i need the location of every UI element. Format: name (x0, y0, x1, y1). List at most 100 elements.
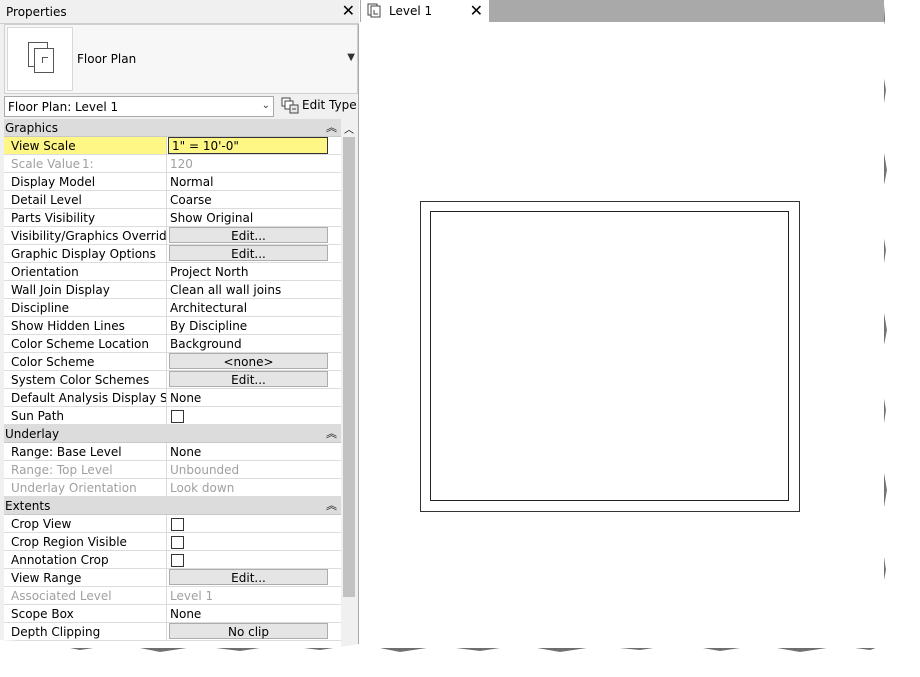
prop-name: Detail Level (4, 191, 167, 208)
prop-name: Discipline (4, 299, 167, 316)
prop-name: Annotation Crop (4, 551, 167, 568)
prop-row-parts-visibility[interactable]: Parts Visibility Show Original (4, 209, 341, 227)
prop-value (168, 515, 341, 532)
prop-name: Sun Path (4, 407, 167, 424)
section-title: Extents (5, 499, 51, 513)
prop-row-range-base-level[interactable]: Range: Base Level None (4, 443, 341, 461)
instance-filter-dropdown[interactable]: Floor Plan: Level 1 ⌄ (4, 96, 274, 117)
section-title: Underlay (5, 427, 60, 441)
view-tab-strip: Level 1 ✕ (360, 0, 884, 22)
prop-value[interactable]: Background (168, 335, 341, 352)
prop-row-scale-value: Scale Value 1: 120 (4, 155, 341, 173)
prop-name: Wall Join Display (4, 281, 167, 298)
prop-name: Depth Clipping (4, 623, 167, 640)
chevron-down-icon[interactable]: ⌄ (262, 100, 270, 111)
prop-row-wall-join-display[interactable]: Wall Join Display Clean all wall joins (4, 281, 341, 299)
scale-unit: 1: (82, 157, 94, 171)
instance-filter-value: Floor Plan: Level 1 (8, 100, 119, 114)
section-underlay[interactable]: Underlay ︽ (4, 425, 341, 443)
drawing-canvas[interactable] (360, 22, 884, 648)
prop-value: <none> (168, 353, 341, 370)
close-icon[interactable]: ✕ (342, 1, 355, 20)
floor-plan-view-icon (367, 3, 381, 18)
type-selector[interactable]: Floor Plan ▼ (4, 24, 358, 94)
prop-name: Graphic Display Options (4, 245, 167, 262)
crop-view-checkbox[interactable] (171, 518, 184, 531)
section-graphics[interactable]: Graphics ︽ (4, 119, 341, 137)
graphic-display-edit-button[interactable]: Edit... (169, 245, 328, 261)
prop-value[interactable]: Show Original (168, 209, 341, 226)
prop-name: Crop Region Visible (4, 533, 167, 550)
prop-value[interactable]: Project North (168, 263, 341, 280)
chevron-down-icon[interactable]: ▼ (347, 52, 355, 63)
prop-name: Color Scheme (4, 353, 167, 370)
sun-path-checkbox[interactable] (171, 410, 184, 423)
edit-type-button[interactable]: Edit Type (281, 96, 358, 117)
close-icon[interactable]: ✕ (470, 1, 483, 20)
prop-row-orientation[interactable]: Orientation Project North (4, 263, 341, 281)
prop-row-crop-region-visible: Crop Region Visible (4, 533, 341, 551)
prop-value: Look down (170, 481, 235, 495)
prop-row-show-hidden-lines[interactable]: Show Hidden Lines By Discipline (4, 317, 341, 335)
vg-overrides-edit-button[interactable]: Edit... (169, 227, 328, 243)
prop-value[interactable]: Architectural (168, 299, 341, 316)
prop-name: Scale Value 1: (4, 155, 167, 172)
prop-value: Level 1 (170, 589, 214, 603)
crop-region-visible-checkbox[interactable] (171, 536, 184, 549)
view-scale-input[interactable] (168, 137, 328, 154)
prop-value[interactable]: None (168, 443, 341, 460)
prop-row-scope-box[interactable]: Scope Box None (4, 605, 341, 623)
properties-title-bar: Properties ✕ (0, 0, 359, 24)
prop-row-underlay-orientation: Underlay Orientation Look down (4, 479, 341, 497)
prop-row-default-analysis-display-style[interactable]: Default Analysis Display Style None (4, 389, 341, 407)
prop-value[interactable]: None (168, 605, 341, 622)
prop-value (168, 407, 341, 424)
prop-name: Range: Base Level (4, 443, 167, 460)
section-extents[interactable]: Extents ︽ (4, 497, 341, 515)
prop-value: Edit... (168, 569, 341, 586)
prop-value (168, 551, 341, 568)
prop-name-text: Scale Value (11, 157, 81, 171)
depth-clipping-button[interactable]: No clip (169, 623, 328, 639)
scroll-up-icon[interactable]: ︿ (344, 121, 354, 136)
tab-label: Level 1 (389, 4, 433, 18)
view-range-edit-button[interactable]: Edit... (169, 569, 328, 585)
prop-row-annotation-crop: Annotation Crop (4, 551, 341, 569)
properties-title: Properties (6, 5, 67, 19)
prop-value: Unbounded (170, 463, 240, 477)
prop-value[interactable]: By Discipline (168, 317, 341, 334)
prop-row-system-color-schemes: System Color Schemes Edit... (4, 371, 341, 389)
prop-value[interactable]: Clean all wall joins (168, 281, 341, 298)
prop-value[interactable]: None (168, 389, 341, 406)
prop-name: Parts Visibility (4, 209, 167, 226)
prop-name: Show Hidden Lines (4, 317, 167, 334)
collapse-icon[interactable]: ︽ (326, 119, 337, 135)
prop-name: Orientation (4, 263, 167, 280)
properties-scrollbar[interactable]: ︿ (341, 119, 357, 648)
color-scheme-button[interactable]: <none> (169, 353, 328, 369)
system-color-schemes-edit-button[interactable]: Edit... (169, 371, 328, 387)
prop-name: Scope Box (4, 605, 167, 622)
crop-region-outer[interactable] (420, 201, 800, 512)
collapse-icon[interactable]: ︽ (326, 425, 337, 441)
prop-value[interactable]: Coarse (168, 191, 341, 208)
tab-level-1[interactable]: Level 1 ✕ (361, 0, 489, 22)
prop-value[interactable]: Normal (168, 173, 341, 190)
annotation-crop-checkbox[interactable] (171, 554, 184, 567)
prop-name: Underlay Orientation (4, 479, 167, 496)
prop-row-color-scheme-location[interactable]: Color Scheme Location Background (4, 335, 341, 353)
properties-grid: Graphics ︽ View Scale Scale Value 1: 120… (4, 119, 341, 648)
prop-value[interactable] (168, 137, 341, 154)
prop-name: System Color Schemes (4, 371, 167, 388)
collapse-icon[interactable]: ︽ (326, 497, 337, 513)
prop-row-detail-level[interactable]: Detail Level Coarse (4, 191, 341, 209)
prop-row-discipline[interactable]: Discipline Architectural (4, 299, 341, 317)
prop-row-view-scale[interactable]: View Scale (4, 137, 341, 155)
prop-value: Edit... (168, 245, 341, 262)
scrollbar-thumb[interactable] (343, 137, 355, 597)
prop-value: No clip (168, 623, 341, 640)
prop-row-display-model[interactable]: Display Model Normal (4, 173, 341, 191)
prop-row-view-range: View Range Edit... (4, 569, 341, 587)
prop-name: View Range (4, 569, 167, 586)
prop-value: Edit... (168, 227, 341, 244)
